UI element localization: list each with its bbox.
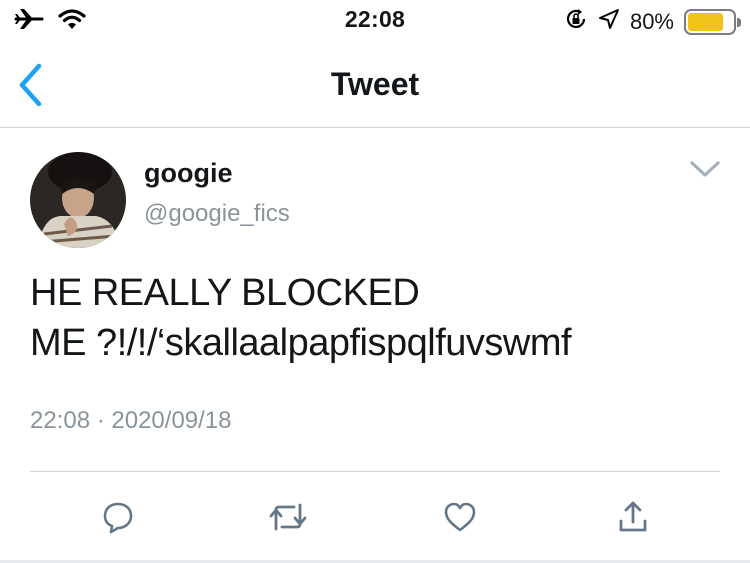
status-right: 80% <box>564 7 741 36</box>
rotation-lock-icon <box>564 7 588 36</box>
tweet-text-line: ME ?!/!/‘skallaalpapfispqlfuvswmf <box>30 322 572 364</box>
status-bar: 22:08 80% <box>0 0 750 40</box>
reply-bubble-icon <box>103 502 133 534</box>
location-arrow-icon <box>598 8 620 35</box>
display-name[interactable]: googie <box>144 158 233 189</box>
user-handle[interactable]: @googie_fics <box>144 200 290 228</box>
share-button[interactable] <box>611 495 655 539</box>
reply-button[interactable] <box>96 495 140 539</box>
tweet-detail-screen: 22:08 80% Tweet googie @googie_fics HE R… <box>0 0 750 563</box>
battery-level <box>688 12 724 31</box>
retweet-icon <box>269 503 307 531</box>
tweet-action-bar <box>0 495 750 539</box>
heart-icon <box>444 502 476 532</box>
share-icon <box>619 501 647 532</box>
tweet-text-line: HE REALLY BLOCKED <box>30 272 420 314</box>
chevron-down-icon <box>690 161 720 177</box>
battery-icon <box>684 8 741 35</box>
page-title: Tweet <box>330 66 420 102</box>
battery-percent: 80% <box>629 8 674 34</box>
like-button[interactable] <box>438 495 482 539</box>
divider <box>30 471 720 472</box>
navigation-bar: Tweet <box>0 40 750 128</box>
avatar[interactable] <box>30 152 126 248</box>
more-options-button[interactable] <box>688 158 722 180</box>
profile-photo <box>30 152 126 248</box>
tweet-timestamp: 22:08 · 2020/09/18 <box>30 407 232 434</box>
retweet-button[interactable] <box>266 495 310 539</box>
tweet-text: HE REALLY BLOCKED ME ?!/!/‘skallaalpapfi… <box>30 268 720 368</box>
battery-cap <box>737 17 741 27</box>
